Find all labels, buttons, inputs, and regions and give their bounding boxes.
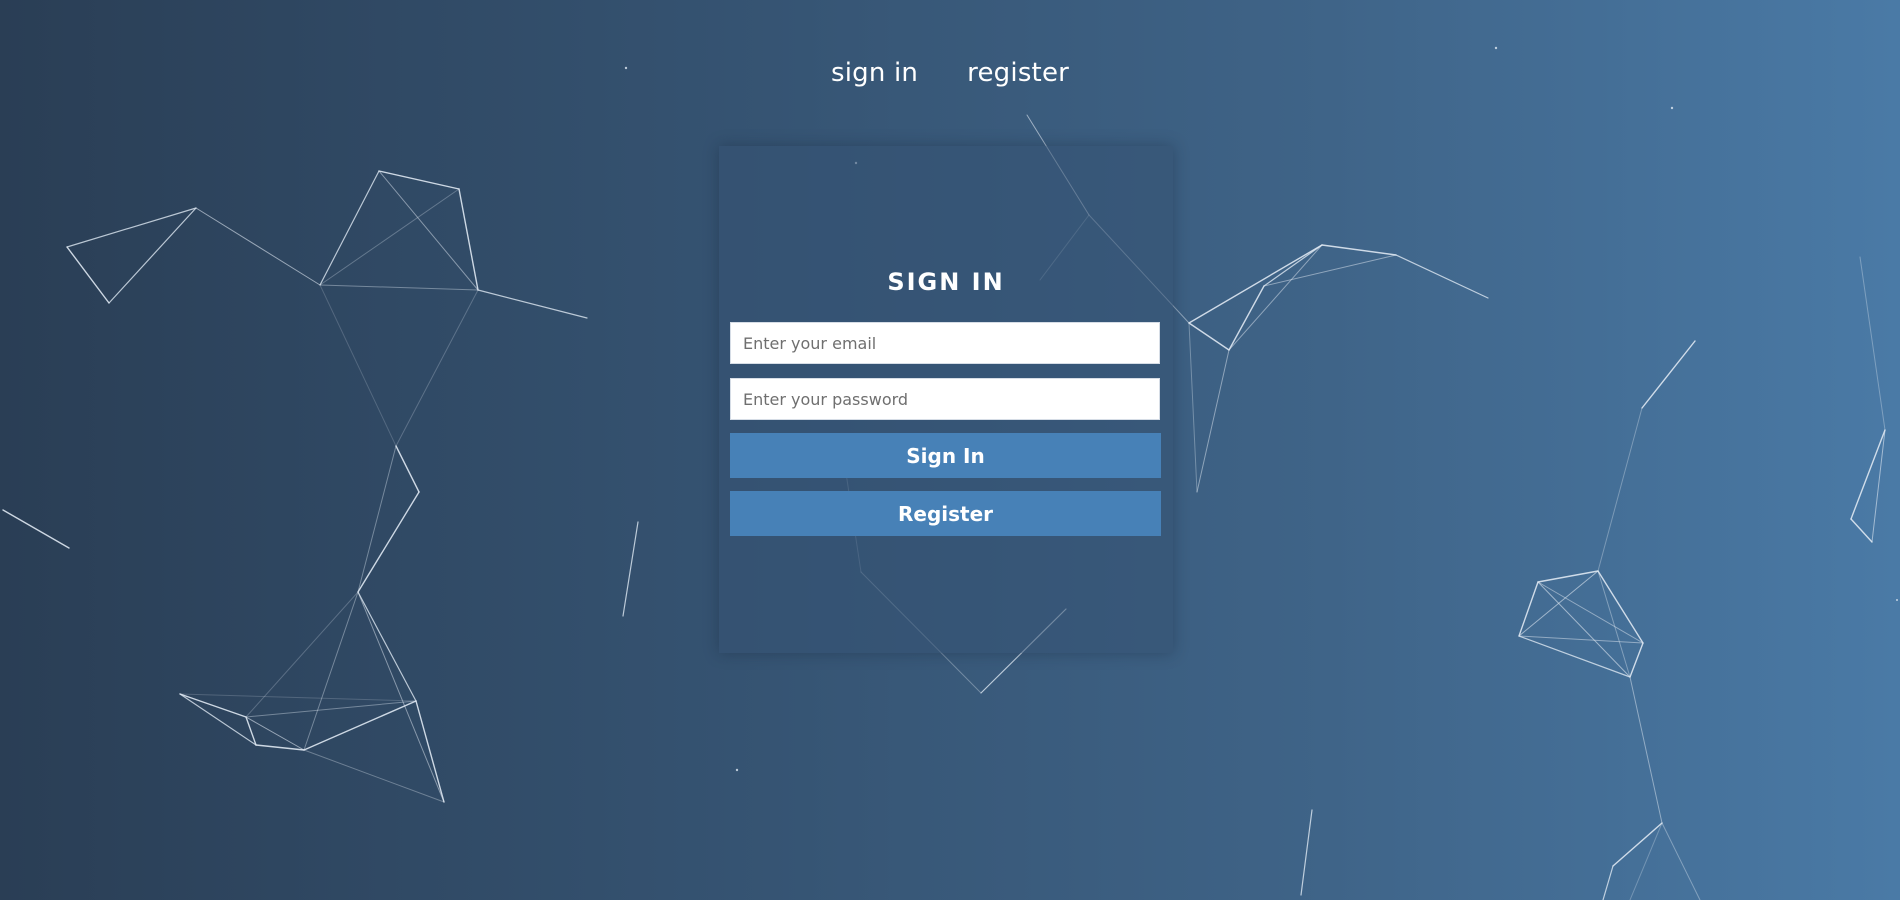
sign-in-title: SIGN IN [887,268,1005,296]
password-input[interactable] [730,378,1160,420]
sign-in-button[interactable]: Sign In [730,433,1161,478]
nav-register-link[interactable]: register [967,58,1069,88]
register-button[interactable]: Register [730,491,1161,536]
email-input[interactable] [730,322,1160,364]
top-nav: sign in register [0,58,1900,88]
sign-in-card: SIGN IN Sign In Register [719,146,1173,653]
nav-sign-in-link[interactable]: sign in [831,58,918,88]
